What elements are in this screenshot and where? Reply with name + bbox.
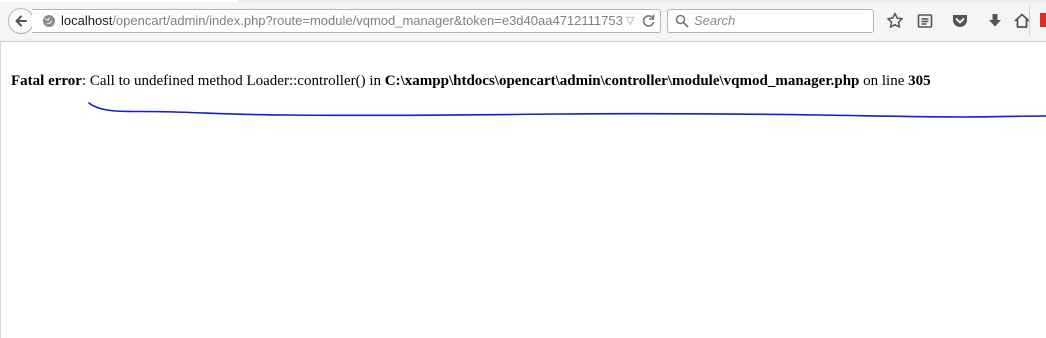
url-path: /opencart/admin/index.php?route=module/v… xyxy=(112,13,623,28)
download-icon[interactable] xyxy=(985,11,1005,31)
back-button[interactable] xyxy=(8,8,34,34)
pocket-icon[interactable] xyxy=(950,11,970,31)
url-host: localhost xyxy=(61,13,113,28)
arrow-left-icon xyxy=(15,15,27,27)
search-input[interactable]: Search xyxy=(694,10,735,32)
history-dropdown-icon[interactable]: ▽ xyxy=(626,10,634,32)
page-content: Fatal error: Call to undefined method Lo… xyxy=(0,42,1046,338)
reload-icon[interactable] xyxy=(641,13,656,28)
toolbar-divider xyxy=(1029,6,1030,36)
url-text: localhost/opencart/admin/index.php?route… xyxy=(61,10,623,32)
tab-strip xyxy=(0,0,1046,2)
url-bar[interactable]: localhost/opencart/admin/index.php?route… xyxy=(32,9,661,33)
hand-drawn-underline xyxy=(88,102,1046,118)
browser-toolbar: localhost/opencart/admin/index.php?route… xyxy=(0,0,1046,42)
search-box[interactable]: Search xyxy=(667,9,874,33)
reading-list-icon[interactable] xyxy=(915,11,935,31)
globe-icon xyxy=(43,15,55,27)
bookmark-star-icon[interactable] xyxy=(885,11,905,31)
addon-icon[interactable] xyxy=(1040,13,1046,27)
window-edge xyxy=(0,42,1,338)
search-icon xyxy=(675,14,689,28)
